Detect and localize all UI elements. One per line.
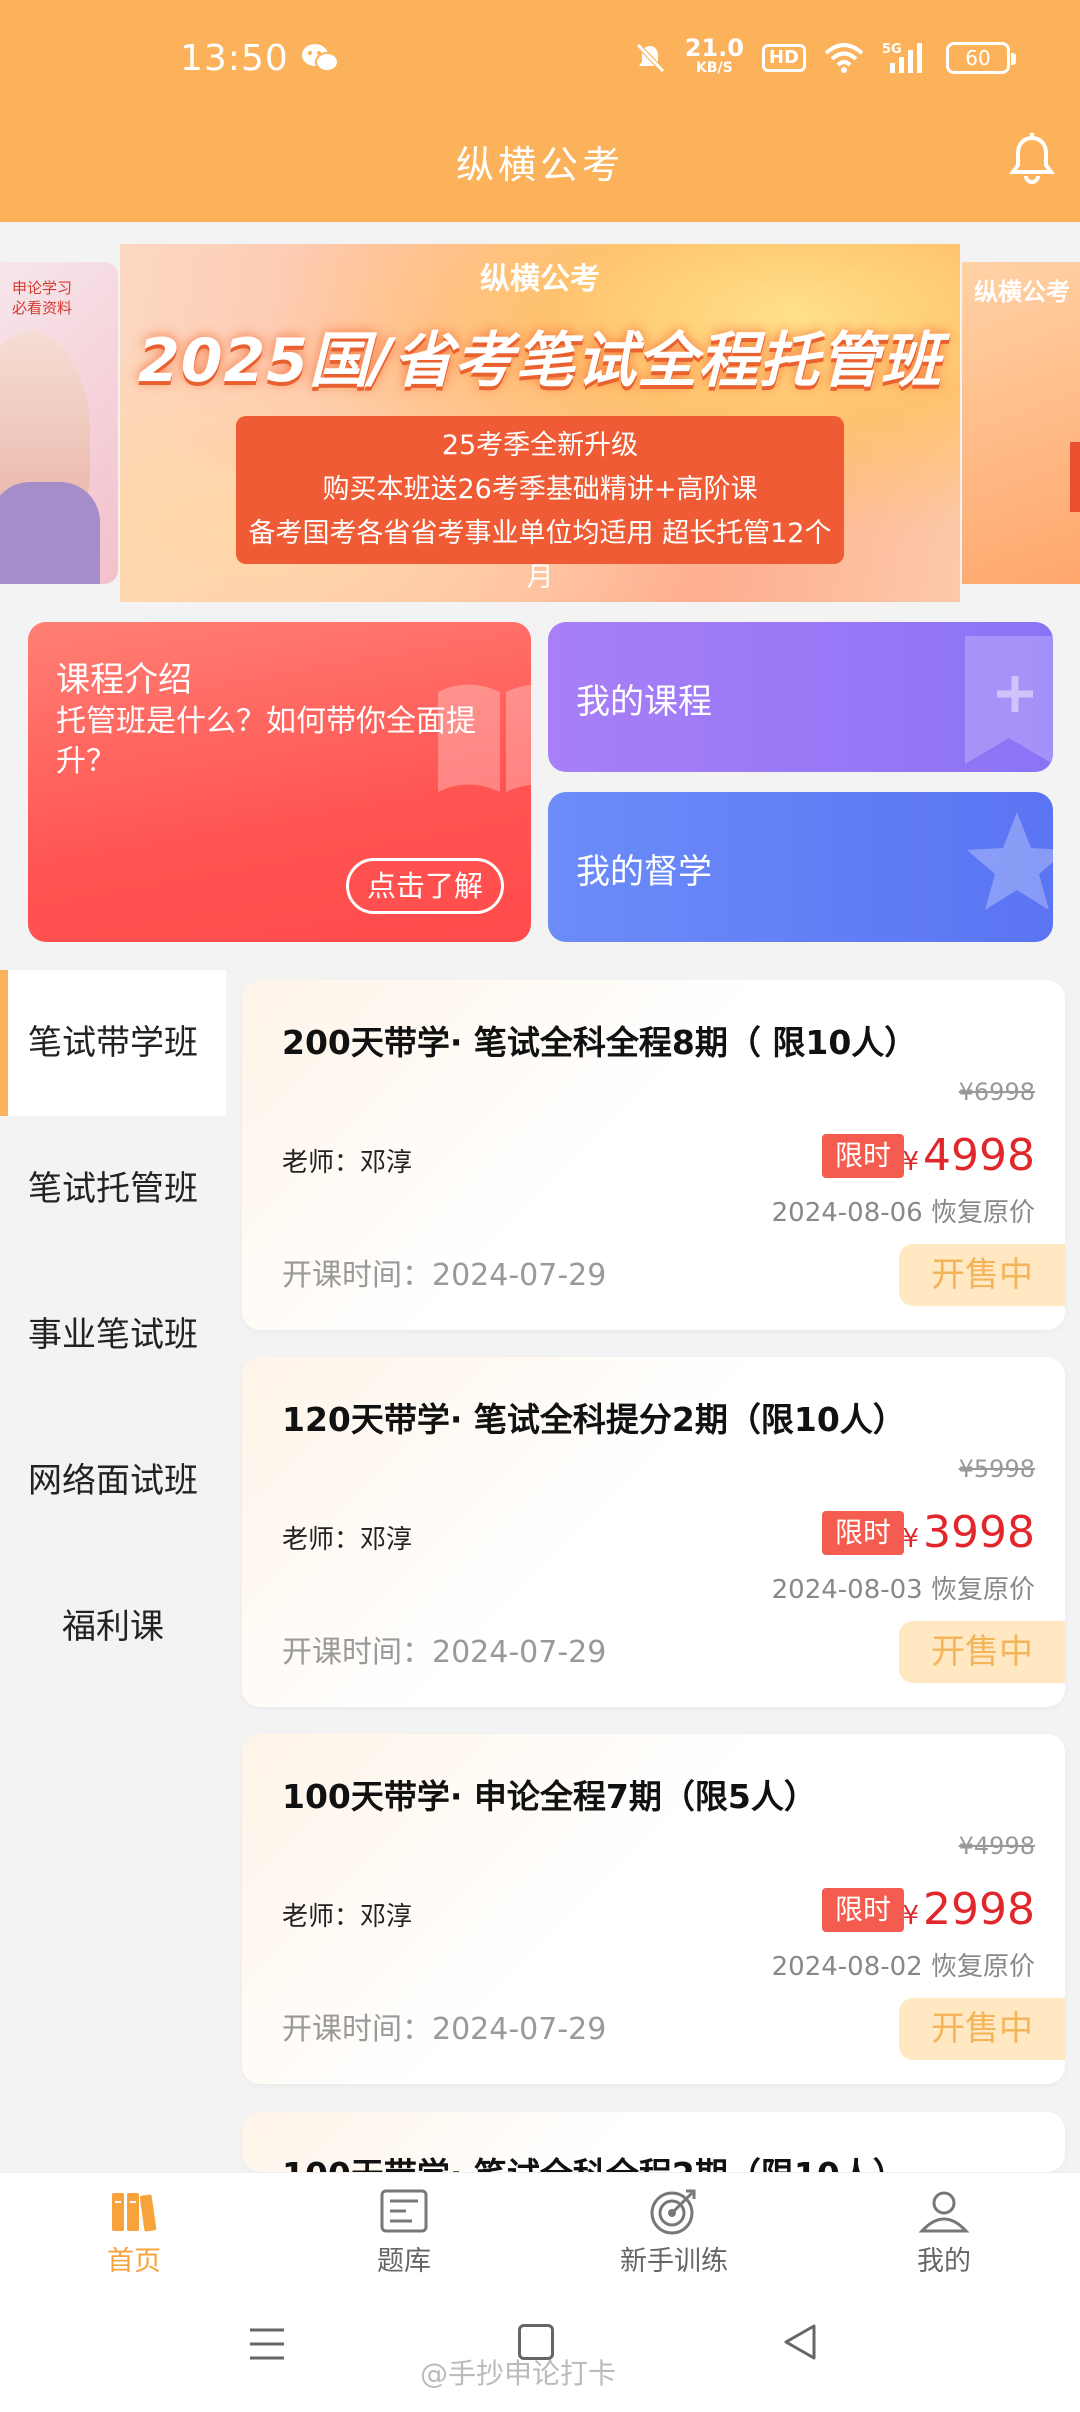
teacher-name: 老师：邓淳	[282, 1525, 413, 1555]
sidebar-item-label: 笔试托管班	[28, 1169, 198, 1209]
banner-right-text: 纵横公考	[974, 278, 1070, 306]
net-speed: 21.0 KB/S	[684, 34, 744, 76]
banner-person-shirt	[0, 482, 100, 584]
mute-bell-icon	[635, 43, 665, 73]
nav-home[interactable]: 首页	[34, 2173, 234, 2293]
sale-price: ¥3998	[902, 1507, 1035, 1558]
course-title: 200天带学· 笔试全科全程8期（ 限10人）	[282, 1023, 918, 1062]
banner-line: 备考国考各省省考事业单位均适用 超长托管12个月	[248, 518, 832, 593]
page-title: 纵横公考	[455, 143, 624, 187]
my-courses-label: 我的课程	[576, 682, 712, 722]
bottom-navigation: 首页 题库 新手训练 我的	[0, 2172, 1080, 2292]
watermark: @手抄申论打卡	[420, 2357, 617, 2390]
limited-time-badge: 限时	[822, 1511, 904, 1555]
original-price: ¥5998	[958, 1455, 1035, 1483]
original-price: ¥4998	[958, 1832, 1035, 1860]
course-card-partial[interactable]: 100天带学· 笔试全科全程2期（限10人）	[242, 2112, 1065, 2172]
learn-more-button[interactable]: 点击了解	[346, 858, 504, 914]
sidebar-item-label: 网络面试班	[28, 1461, 198, 1501]
banner-left-text: 申论学习 必看资料	[12, 279, 73, 317]
notification-bell-icon[interactable]	[1008, 132, 1056, 184]
question-bank-icon	[380, 2189, 428, 2233]
course-title: 120天带学· 笔试全科提分2期（限10人）	[282, 1400, 906, 1439]
banner-main-slide[interactable]: 纵横公考 2025国/省考笔试全程托管班 25考季全新升级 购买本班送26考季基…	[120, 244, 960, 602]
sidebar-item-online-interview[interactable]: 网络面试班	[0, 1408, 226, 1554]
price-value: 4998	[923, 1130, 1035, 1181]
course-card[interactable]: 100天带学· 申论全程7期（限5人） ¥4998 老师：邓淳 限时 ¥2998…	[242, 1734, 1065, 2084]
on-sale-button[interactable]: 开售中	[899, 1244, 1065, 1306]
category-sidebar: 笔试带学班 笔试托管班 事业笔试班 网络面试班 福利课	[0, 970, 226, 2170]
profile-icon	[918, 2191, 970, 2233]
wifi-icon	[824, 43, 864, 73]
status-time: 13:50	[180, 38, 289, 79]
on-sale-button[interactable]: 开售中	[899, 1621, 1065, 1683]
svg-text:5G: 5G	[882, 42, 902, 57]
app-header: 13:50 21.0 KB/S HD 5G 60 纵横公考	[0, 0, 1080, 222]
sidebar-item-welfare[interactable]: 福利课	[0, 1554, 226, 1700]
course-start-time: 开课时间：2024-07-29	[282, 2012, 607, 2047]
book-icon	[438, 684, 531, 792]
hd-badge: HD	[761, 44, 806, 72]
banner-line: 购买本班送26考季基础精讲+高阶课	[322, 474, 758, 505]
nav-home-label: 首页	[107, 2246, 161, 2277]
course-title: 100天带学· 笔试全科全程2期（限10人）	[282, 2148, 906, 2172]
price-restore-date: 2024-08-06 恢复原价	[771, 1198, 1035, 1228]
course-start-time: 开课时间：2024-07-29	[282, 1258, 607, 1293]
course-start-time: 开课时间：2024-07-29	[282, 1635, 607, 1670]
course-intro-card[interactable]: 课程介绍 托管班是什么？如何带你全面提升？ 点击了解	[28, 622, 531, 942]
battery-icon: 60	[946, 42, 1016, 74]
teacher-name: 老师：邓淳	[282, 1902, 413, 1932]
nav-question-bank[interactable]: 题库	[304, 2173, 504, 2293]
sale-price: ¥2998	[902, 1884, 1035, 1935]
teacher-name: 老师：邓淳	[282, 1148, 413, 1178]
sidebar-item-institution-written[interactable]: 事业笔试班	[0, 1262, 226, 1408]
nav-profile-label: 我的	[917, 2246, 971, 2277]
my-supervision-card[interactable]: 我的督学	[548, 792, 1053, 942]
banner-line: 25考季全新升级	[441, 430, 639, 461]
nav-question-bank-label: 题库	[377, 2246, 431, 2277]
currency-symbol: ¥	[902, 1524, 920, 1554]
sidebar-item-written-study[interactable]: 笔试带学班	[0, 970, 226, 1116]
bookmark-plus-icon	[965, 636, 1053, 764]
course-card[interactable]: 200天带学· 笔试全科全程8期（ 限10人） ¥6998 老师：邓淳 限时 ¥…	[242, 980, 1065, 1330]
price-value: 2998	[923, 1884, 1035, 1935]
recent-apps-icon[interactable]	[248, 2324, 286, 2364]
price-value: 3998	[923, 1507, 1035, 1558]
course-title: 100天带学· 申论全程7期（限5人）	[282, 1777, 817, 1816]
original-price: ¥6998	[958, 1078, 1035, 1106]
nav-profile[interactable]: 我的	[844, 2173, 1044, 2293]
target-icon	[650, 2189, 696, 2235]
course-card[interactable]: 120天带学· 笔试全科提分2期（限10人） ¥5998 老师：邓淳 限时 ¥3…	[242, 1357, 1065, 1707]
currency-symbol: ¥	[902, 1147, 920, 1177]
sidebar-item-label: 笔试带学班	[28, 1023, 198, 1063]
home-books-icon	[112, 2193, 157, 2232]
my-courses-card[interactable]: 我的课程	[548, 622, 1053, 772]
status-icons: 21.0 KB/S HD 5G 60	[633, 34, 1016, 80]
wechat-icon	[302, 44, 339, 72]
sidebar-item-label: 事业笔试班	[28, 1315, 198, 1355]
banner-info-box: 25考季全新升级 购买本班送26考季基础精讲+高阶课 备考国考各省省考事业单位均…	[236, 416, 844, 593]
intro-title: 课程介绍	[56, 660, 192, 700]
on-sale-button[interactable]: 开售中	[899, 1998, 1065, 2060]
sale-price: ¥4998	[902, 1130, 1035, 1181]
signal-5g-icon: 5G	[882, 42, 922, 73]
banner-prev-slide[interactable]: 申论学习 必看资料	[0, 262, 118, 584]
star-icon	[967, 812, 1053, 910]
price-restore-date: 2024-08-03 恢复原价	[771, 1575, 1035, 1605]
my-supervision-label: 我的督学	[576, 852, 712, 892]
price-restore-date: 2024-08-02 恢复原价	[771, 1952, 1035, 1982]
back-icon[interactable]	[780, 2322, 820, 2362]
nav-beginner-training-label: 新手训练	[620, 2246, 728, 2277]
limited-time-badge: 限时	[822, 1134, 904, 1178]
limited-time-badge: 限时	[822, 1888, 904, 1932]
banner-right-accent	[1070, 442, 1080, 512]
currency-symbol: ¥	[902, 1901, 920, 1931]
sidebar-item-written-managed[interactable]: 笔试托管班	[0, 1116, 226, 1262]
nav-beginner-training[interactable]: 新手训练	[574, 2173, 774, 2293]
banner-brand: 纵横公考	[480, 262, 600, 297]
banner-headline: 2025国/省考笔试全程托管班	[138, 326, 942, 396]
banner-next-slide[interactable]: 纵横公考	[962, 262, 1080, 584]
sidebar-item-label: 福利课	[62, 1607, 164, 1647]
